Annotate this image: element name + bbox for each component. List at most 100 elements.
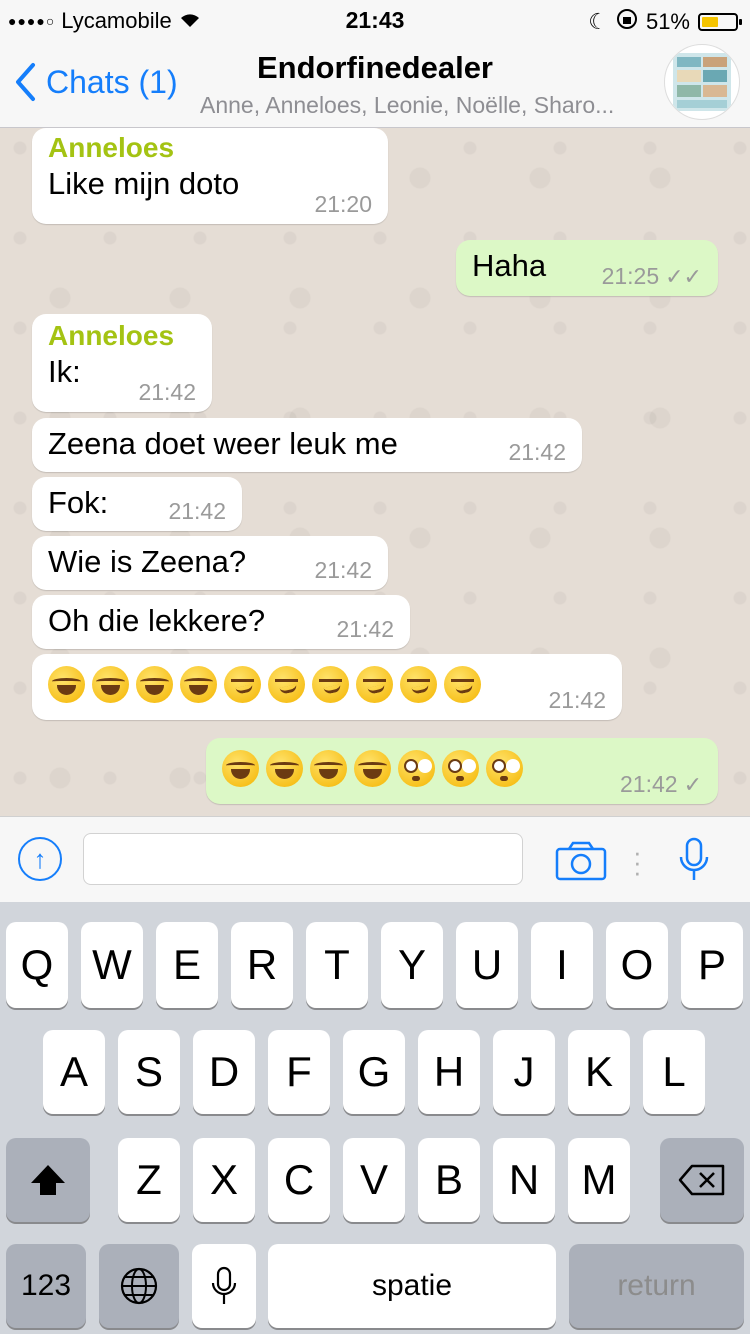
group-members[interactable]: Anne, Anneloes, Leonie, Noëlle, Sharo... [200, 92, 655, 119]
battery-fill [702, 17, 718, 27]
dictation-key[interactable] [192, 1244, 256, 1328]
key-t[interactable]: T [306, 922, 368, 1008]
incoming-message[interactable]: Oh die lekkere? 21:42 [32, 595, 410, 649]
more-dots-icon: · · · [633, 837, 642, 887]
incoming-message[interactable]: Zeena doet weer leuk me 21:42 [32, 418, 582, 472]
message-time: 21:42 [336, 616, 394, 642]
arrow-up-icon: ↑ [33, 843, 47, 874]
incoming-message[interactable]: Anneloes Like mijn doto 21:20 [32, 128, 388, 224]
incoming-message[interactable]: Anneloes Ik: 21:42 [32, 314, 212, 412]
sender-name[interactable]: Anneloes [48, 132, 372, 164]
flushed-face-emoji [442, 750, 479, 787]
group-avatar[interactable] [664, 44, 740, 120]
key-y[interactable]: Y [381, 922, 443, 1008]
check-icon: ✓ [683, 771, 702, 797]
message-text: Ik: [48, 354, 81, 389]
shift-key[interactable] [6, 1138, 90, 1222]
key-w[interactable]: W [81, 922, 143, 1008]
back-button[interactable]: Chats (1) [14, 62, 178, 102]
incoming-message[interactable]: Fok: 21:42 [32, 477, 242, 531]
message-text: Fok: [48, 485, 109, 520]
message-meta: 21:25 ✓✓ [602, 263, 702, 290]
key-u[interactable]: U [456, 922, 518, 1008]
rotation-lock-icon [616, 8, 638, 36]
attach-button[interactable]: ↑ [18, 837, 62, 881]
message-time: 21:42 [138, 379, 196, 405]
message-meta: 21:42 ✓ [620, 771, 702, 798]
face-with-tears-of-joy-emoji [354, 750, 391, 787]
key-x[interactable]: X [193, 1138, 255, 1222]
key-n[interactable]: N [493, 1138, 555, 1222]
message-composer: ↑ · · · [0, 816, 750, 902]
sender-name[interactable]: Anneloes [48, 320, 196, 352]
emoji-row [48, 666, 606, 703]
message-text: Wie is Zeena? [48, 544, 247, 579]
key-k[interactable]: K [568, 1030, 630, 1114]
smirking-face-emoji [224, 666, 261, 703]
key-v[interactable]: V [343, 1138, 405, 1222]
voice-message-button[interactable] [678, 837, 710, 888]
shift-arrow-icon [31, 1165, 65, 1195]
flushed-face-emoji [486, 750, 523, 787]
message-time: 21:42 [314, 557, 372, 583]
key-q[interactable]: Q [6, 922, 68, 1008]
message-time: 21:42 [508, 439, 566, 465]
message-input[interactable] [83, 833, 523, 885]
key-i[interactable]: I [531, 922, 593, 1008]
status-indicators: ☾ 51% [588, 8, 742, 36]
globe-key[interactable] [99, 1244, 179, 1328]
chevron-left-icon [16, 63, 35, 101]
key-j[interactable]: J [493, 1030, 555, 1114]
status-bar: ●●●●○ Lycamobile 21:43 ☾ 51% [0, 0, 750, 40]
key-o[interactable]: O [606, 922, 668, 1008]
camera-icon [555, 841, 607, 881]
key-a[interactable]: A [43, 1030, 105, 1114]
group-title[interactable]: Endorfinedealer [200, 50, 550, 86]
key-d[interactable]: D [193, 1030, 255, 1114]
battery-nub [739, 19, 742, 25]
camera-button[interactable] [555, 841, 607, 886]
face-with-tears-of-joy-emoji [266, 750, 303, 787]
message-time: 21:20 [314, 191, 372, 217]
message-time: 21:42 [168, 498, 226, 524]
backspace-icon [678, 1164, 725, 1196]
face-with-tears-of-joy-emoji [48, 666, 85, 703]
double-check-icon: ✓✓ [665, 263, 702, 289]
key-f[interactable]: F [268, 1030, 330, 1114]
back-button-label: Chats (1) [46, 63, 178, 100]
flushed-face-emoji [398, 750, 435, 787]
return-key[interactable]: return [569, 1244, 744, 1328]
face-with-tears-of-joy-emoji [310, 750, 347, 787]
key-z[interactable]: Z [118, 1138, 180, 1222]
space-key[interactable]: spatie [268, 1244, 556, 1328]
face-with-tears-of-joy-emoji [180, 666, 217, 703]
microphone-icon [211, 1266, 237, 1304]
key-s[interactable]: S [118, 1030, 180, 1114]
key-l[interactable]: L [643, 1030, 705, 1114]
key-c[interactable]: C [268, 1138, 330, 1222]
key-m[interactable]: M [568, 1138, 630, 1222]
message-text: Oh die lekkere? [48, 603, 266, 638]
globe-icon [120, 1267, 158, 1305]
incoming-emoji-message[interactable]: 21:42 [32, 654, 622, 720]
outgoing-message[interactable]: Haha 21:25 ✓✓ [456, 240, 718, 296]
key-b[interactable]: B [418, 1138, 480, 1222]
outgoing-emoji-message[interactable]: 21:42 ✓ [206, 738, 718, 804]
key-g[interactable]: G [343, 1030, 405, 1114]
key-e[interactable]: E [156, 922, 218, 1008]
key-p[interactable]: P [681, 922, 743, 1008]
chat-header: Chats (1) Endorfinedealer Anne, Anneloes… [0, 40, 750, 128]
smirking-face-emoji [400, 666, 437, 703]
key-h[interactable]: H [418, 1030, 480, 1114]
numbers-key[interactable]: 123 [6, 1244, 86, 1328]
chat-messages[interactable]: Anneloes Like mijn doto 21:20 Haha 21:25… [0, 128, 750, 816]
key-r[interactable]: R [231, 922, 293, 1008]
message-time: 21:42 [548, 687, 606, 713]
message-text: Like mijn doto [48, 166, 240, 201]
incoming-message[interactable]: Wie is Zeena? 21:42 [32, 536, 388, 590]
face-with-tears-of-joy-emoji [136, 666, 173, 703]
backspace-key[interactable] [660, 1138, 744, 1222]
message-time: 21:42 [620, 771, 678, 797]
face-with-tears-of-joy-emoji [222, 750, 259, 787]
message-text: Zeena doet weer leuk me [48, 426, 398, 461]
